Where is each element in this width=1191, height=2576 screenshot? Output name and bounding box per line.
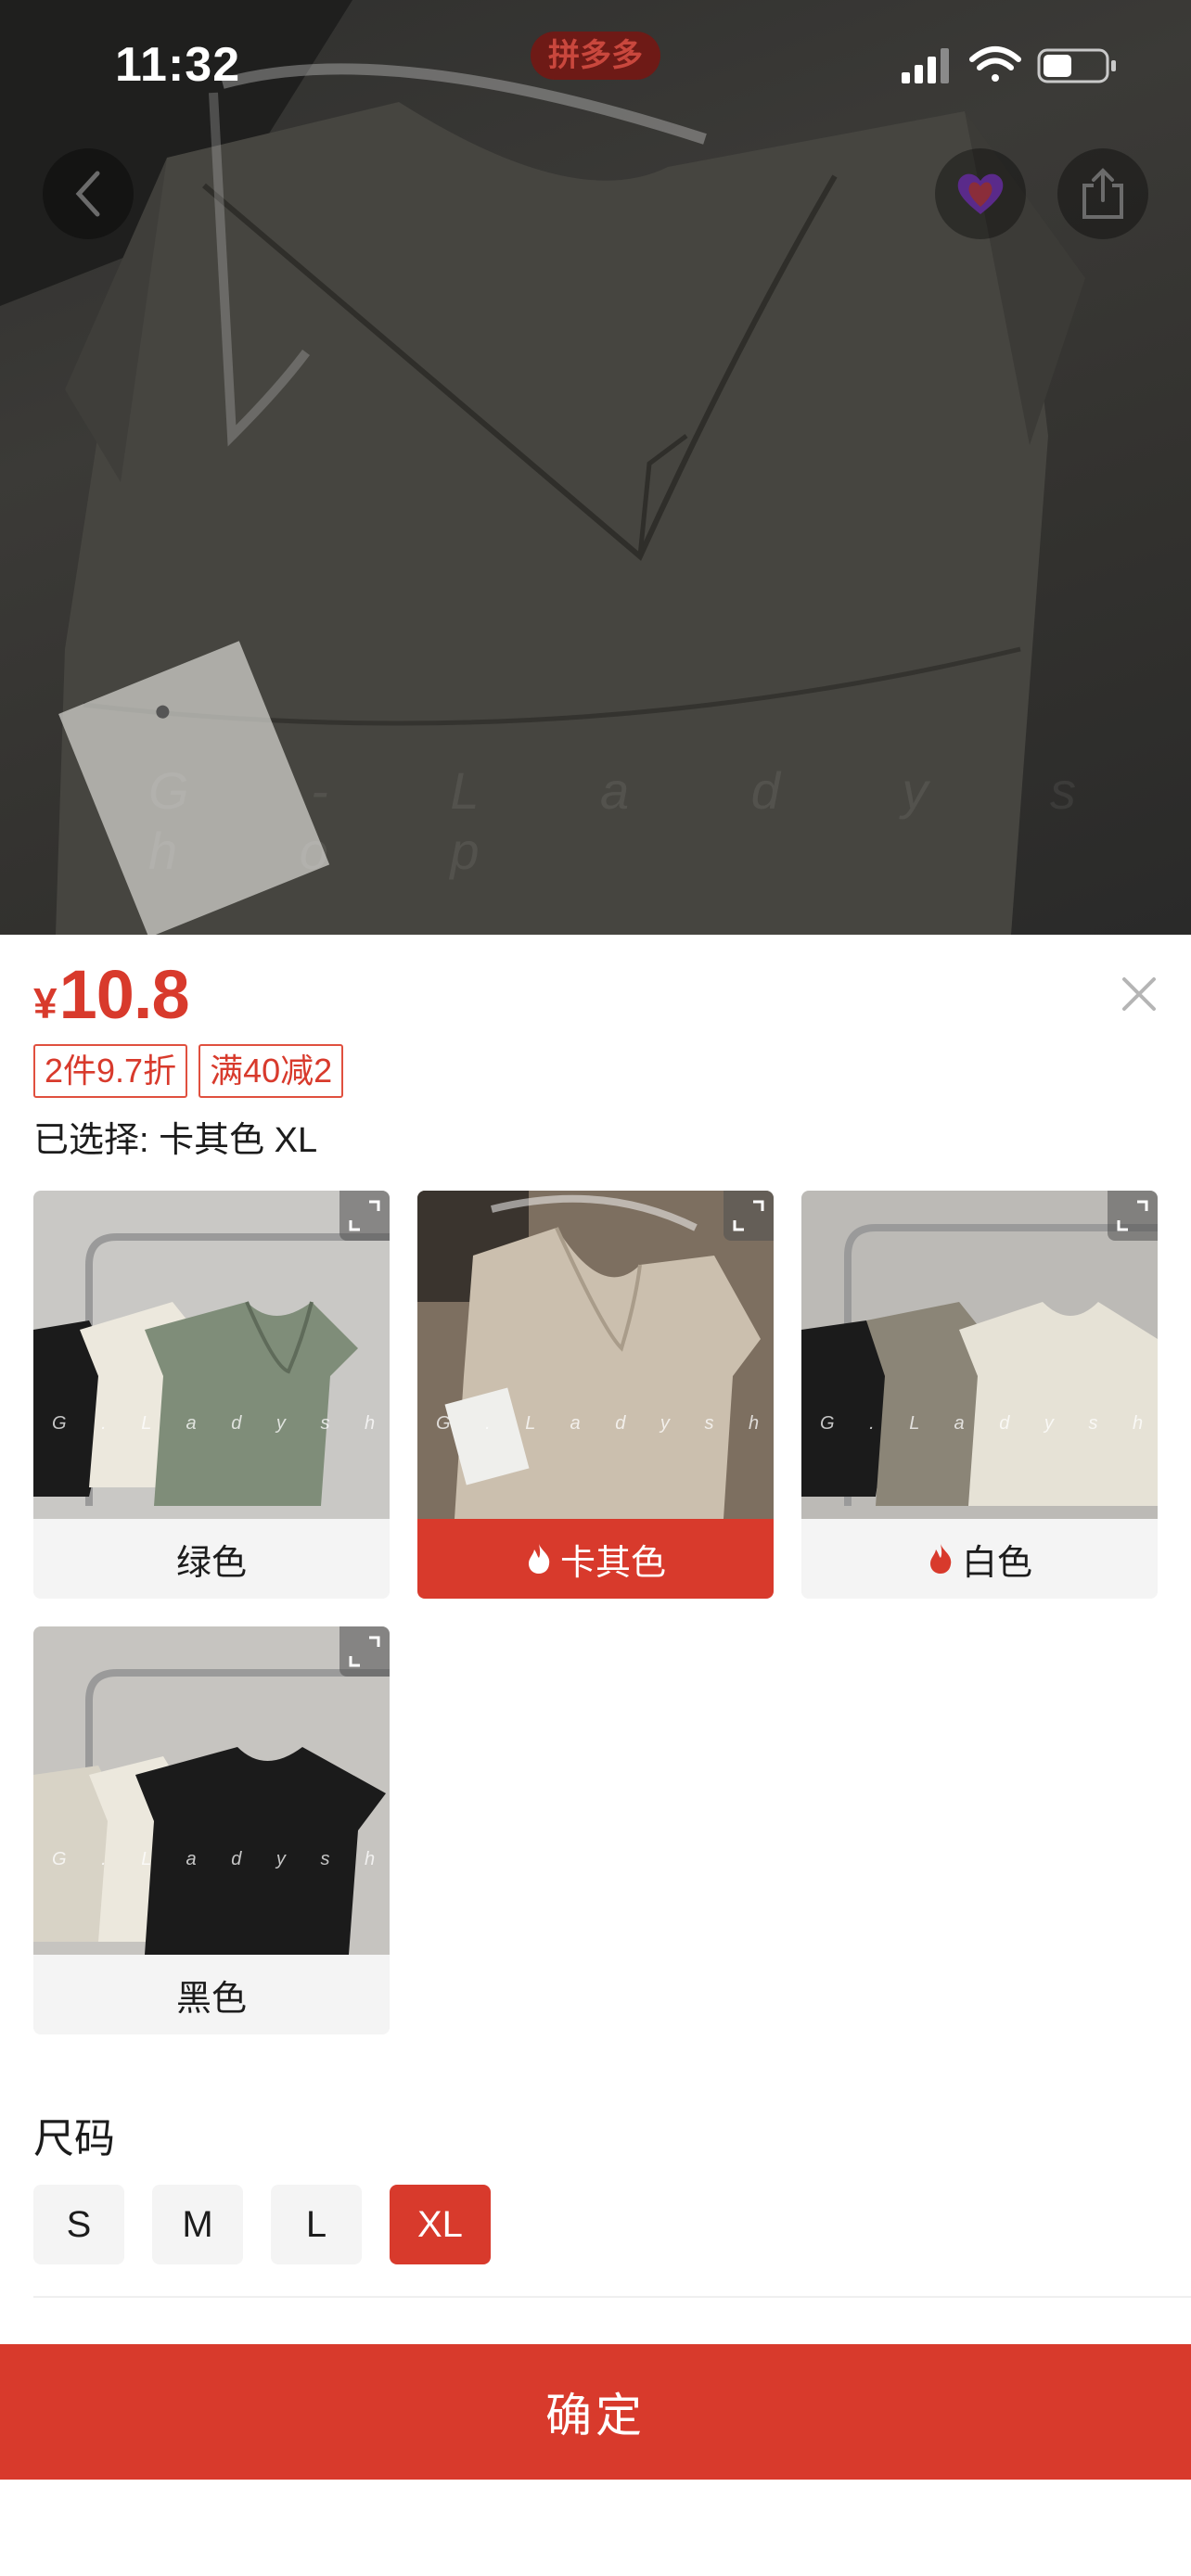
thumb-watermark: G . L a d y s h o p: [52, 1413, 390, 1434]
expand-icon[interactable]: [724, 1191, 774, 1241]
size-option-s[interactable]: S: [33, 2185, 124, 2264]
divider: [33, 2296, 1191, 2298]
size-section-title: 尺码: [33, 2116, 115, 2162]
back-button[interactable]: [43, 148, 134, 239]
color-thumbnail: G . L a d y s h o p: [417, 1191, 774, 1519]
color-option-white[interactable]: G . L a d y s h o p 白色: [801, 1191, 1158, 1599]
hot-flame-icon: [528, 1544, 550, 1574]
close-icon[interactable]: [1113, 968, 1165, 1020]
thumb-watermark: G . L a d y s h o p: [820, 1413, 1158, 1434]
share-button[interactable]: [1057, 148, 1148, 239]
promo-tags: 2件9.7折 满40减2: [33, 1044, 344, 1098]
color-thumbnail: G . L a d y s h o p: [33, 1191, 390, 1519]
thumb-watermark: G . L a d y s h o p: [52, 1849, 390, 1869]
hot-flame-icon: [929, 1544, 952, 1574]
product-photo: G - L a d y s h o p: [0, 0, 1191, 935]
size-option-l[interactable]: L: [271, 2185, 362, 2264]
price: ¥ 10.8: [33, 955, 190, 1034]
color-option-black[interactable]: G . L a d y s h o p 黑色: [33, 1626, 390, 2034]
price-amount: 10.8: [58, 956, 190, 1033]
thumb-watermark: G . L a d y s h o p: [436, 1413, 774, 1434]
color-option-green[interactable]: G . L a d y s h o p 绿色: [33, 1191, 390, 1599]
color-thumbnail: G . L a d y s h o p: [801, 1191, 1158, 1519]
confirm-button[interactable]: 确定: [0, 2344, 1191, 2480]
sku-panel: ¥ 10.8 2件9.7折 满40减2 已选择: 卡其色 XL G . L a …: [0, 935, 1191, 2576]
color-option-label: 绿色: [33, 1519, 390, 1599]
status-icons: [902, 46, 1116, 83]
expand-icon[interactable]: [1108, 1191, 1158, 1241]
promo-tag-multibuy: 2件9.7折: [33, 1044, 188, 1098]
battery-icon: [1037, 48, 1116, 83]
photo-watermark: G - L a d y s h o p: [148, 761, 1130, 880]
expand-icon[interactable]: [339, 1626, 390, 1677]
back-icon: [75, 171, 100, 217]
share-icon: [1082, 168, 1123, 219]
expand-icon[interactable]: [339, 1191, 390, 1241]
wifi-icon: [969, 46, 1021, 82]
color-option-label: 黑色: [33, 1955, 390, 2034]
currency-symbol: ¥: [33, 979, 58, 1027]
cellular-signal-icon: [902, 48, 949, 83]
color-option-khaki[interactable]: G . L a d y s h o p 卡其色: [417, 1191, 774, 1599]
color-option-label: 白色: [801, 1519, 1158, 1599]
color-option-label: 卡其色: [417, 1519, 774, 1599]
size-options: S M L XL: [33, 2185, 491, 2264]
favorite-icon: [957, 173, 1004, 214]
favorite-button[interactable]: [935, 148, 1026, 239]
sku-selector-screen: G - L a d y s h o p 11:32 拼多多 ¥ 10.8 2件9…: [0, 0, 1191, 2576]
promo-tag-discount: 满40减2: [198, 1044, 344, 1098]
size-option-m[interactable]: M: [152, 2185, 243, 2264]
status-bar: 11:32 拼多多: [0, 0, 1191, 130]
size-option-xl[interactable]: XL: [390, 2185, 491, 2264]
app-logo: 拼多多: [531, 32, 660, 80]
selected-summary: 已选择: 卡其色 XL: [33, 1121, 318, 1160]
color-thumbnail: G . L a d y s h o p: [33, 1626, 390, 1955]
status-time: 11:32: [115, 38, 241, 92]
